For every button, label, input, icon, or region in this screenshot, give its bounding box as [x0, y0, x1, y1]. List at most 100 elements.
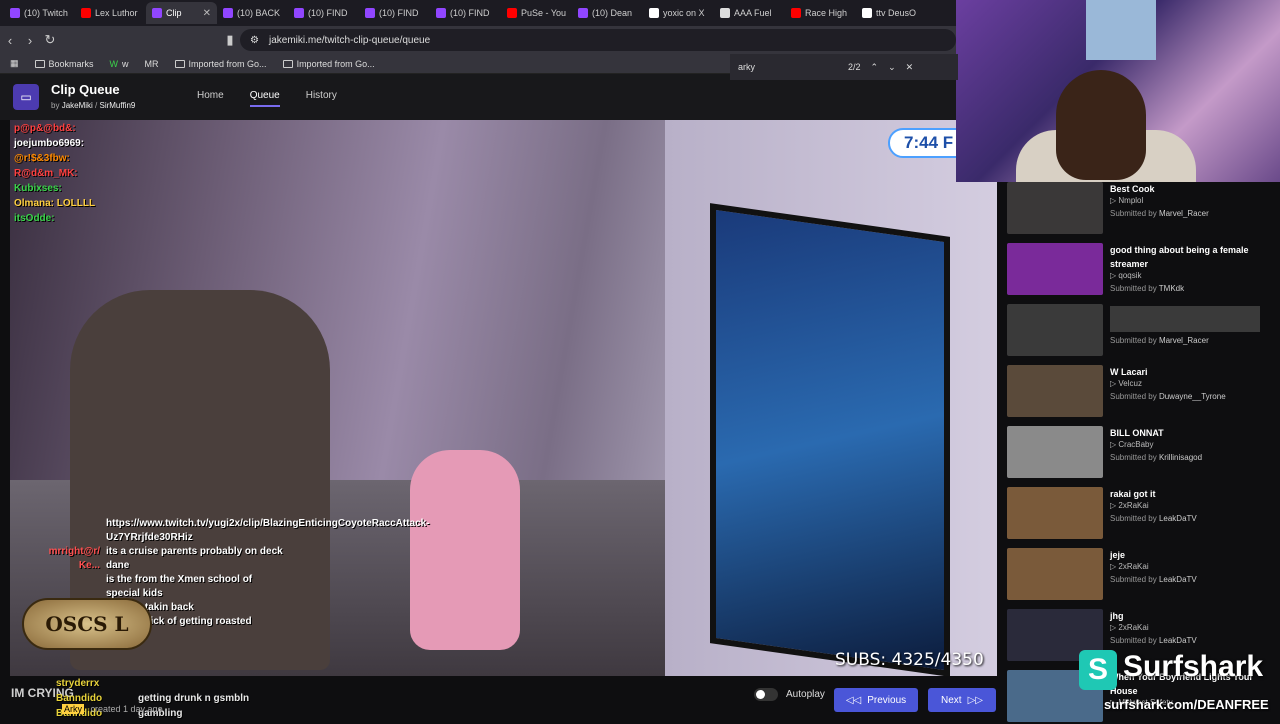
- browser-tab[interactable]: Clip ✕: [146, 2, 217, 24]
- tab-favicon-icon: [507, 8, 517, 18]
- tab-favicon-icon: [294, 8, 304, 18]
- previous-button[interactable]: ◁◁ Previous: [834, 688, 918, 712]
- nav-history[interactable]: History: [306, 90, 337, 107]
- autoplay-toggle[interactable]: [754, 688, 778, 701]
- browser-tab[interactable]: AAA Fuel: [714, 2, 785, 24]
- nav-home[interactable]: Home: [197, 90, 224, 107]
- find-count: 2/2: [848, 62, 861, 72]
- find-prev-icon[interactable]: ⌃: [871, 62, 879, 73]
- tab-favicon-icon: [436, 8, 446, 18]
- clip-submitter: Submitted by LeakDaTV: [1110, 636, 1197, 645]
- submitter-name: Marvel_Racer: [1158, 209, 1209, 218]
- tab-label: yoxic on X: [663, 8, 705, 18]
- browser-tab[interactable]: (10) Twitch: [4, 2, 75, 24]
- queue-item[interactable]: W Lacari ▷ Velcuz Submitted by Duwayne__Ty…: [1003, 363, 1273, 419]
- tab-favicon-icon: [10, 8, 20, 18]
- bookmark-item[interactable]: Bookmarks: [34, 59, 94, 69]
- clip-title: jhg: [1110, 611, 1124, 621]
- queue-item[interactable]: Submitted by Marvel_Racer: [1003, 302, 1273, 358]
- queue-item[interactable]: rakai got it ▷ 2xRaKai Submitted by LeakDa…: [1003, 485, 1273, 541]
- bookmark-item[interactable]: Imported from Go...: [282, 59, 375, 69]
- find-input[interactable]: arky: [738, 62, 838, 72]
- tab-label: Clip: [166, 8, 182, 18]
- clip-thumbnail: [1007, 243, 1103, 295]
- clip-channel: ▷ CracBaby: [1110, 440, 1154, 449]
- browser-tab[interactable]: (10) Dean: [572, 2, 643, 24]
- chat-username: stryderrx: [56, 678, 100, 689]
- submitted-label: Submitted by: [1110, 336, 1157, 345]
- submitter-name: LeakDaTV: [1158, 575, 1197, 584]
- tab-label: (10) FIND: [379, 8, 419, 18]
- webcam-frame: [1086, 0, 1156, 60]
- find-next-icon[interactable]: ⌄: [888, 62, 896, 73]
- browser-tab[interactable]: (10) BACK: [217, 2, 288, 24]
- clip-channel: ▷ qoqsik: [1110, 271, 1142, 280]
- back-icon[interactable]: ‹: [0, 33, 20, 48]
- browser-tab[interactable]: (10) FIND: [430, 2, 501, 24]
- queue-item[interactable]: good thing about being a female streamer…: [1003, 241, 1273, 297]
- channel-name: 2xRaKai: [1118, 562, 1149, 571]
- clip-title: rakai got it: [1110, 489, 1156, 499]
- author-link[interactable]: SirMuffin9: [99, 101, 135, 110]
- nav-queue[interactable]: Queue: [249, 90, 280, 107]
- chat-overlay-lower: stryderrxBanndidogetting drunk n gsmblnB…: [12, 676, 249, 721]
- queue-item[interactable]: Best Cook ▷ Nmplol Submitted by Marvel_Rac…: [1003, 180, 1273, 236]
- bookmark-item[interactable]: Ww: [110, 59, 129, 69]
- chat-message: is the from the Xmen school of special k…: [14, 573, 284, 601]
- submitted-label: Submitted by: [1110, 636, 1157, 645]
- clip-submitter: Submitted by LeakDaTV: [1110, 575, 1197, 584]
- folder-icon: [282, 59, 293, 68]
- reload-icon[interactable]: ↻: [40, 32, 60, 48]
- chat-message: R@d&m_MK:: [14, 168, 78, 179]
- submitter-name: Krillinisagod: [1158, 453, 1203, 462]
- clip-submitter: Submitted by TMKdk: [1110, 284, 1184, 293]
- clip-channel: ▷ 2xRaKai: [1110, 501, 1149, 510]
- find-close-icon[interactable]: ✕: [906, 62, 914, 73]
- chat-text: its a cruise parents probably on deck: [106, 546, 283, 557]
- submitter-name: Duwayne__Tyrone: [1158, 392, 1226, 401]
- queue-item[interactable]: BILL ONNAT ▷ CracBaby Submitted by Krillin…: [1003, 424, 1273, 480]
- submitted-label: Submitted by: [1110, 284, 1157, 293]
- app-nav: Home Queue History: [197, 90, 337, 107]
- chat-message: joejumbo6969:: [14, 138, 85, 149]
- tab-favicon-icon: [223, 8, 233, 18]
- clip-thumbnail: [1007, 426, 1103, 478]
- chat-username: [14, 517, 100, 545]
- clip-submitter: Submitted by Krillinisagod: [1110, 453, 1202, 462]
- chat-message: p@p&@bd&:: [14, 123, 76, 134]
- author-link[interactable]: JakeMiki: [62, 101, 93, 110]
- browser-tab[interactable]: Lex Luthor: [75, 2, 146, 24]
- browser-tab[interactable]: (10) FIND: [288, 2, 359, 24]
- browser-tab[interactable]: Race High: [785, 2, 856, 24]
- title-placeholder: [1110, 306, 1260, 332]
- tab-close-icon[interactable]: ✕: [203, 8, 211, 19]
- next-button[interactable]: Next ▷▷: [928, 688, 996, 712]
- chat-message: Ke... dane: [14, 559, 284, 573]
- clip-title: BILL ONNAT: [1110, 428, 1164, 438]
- chat-username: mrright@r/: [48, 546, 100, 557]
- bookmark-icon[interactable]: ▮: [220, 32, 240, 48]
- browser-tab[interactable]: ttv DeusO: [856, 2, 927, 24]
- address-bar[interactable]: ⚙ jakemiki.me/twitch-clip-queue/queue: [240, 29, 956, 51]
- channel-name: 2xRaKai: [1118, 623, 1149, 632]
- tab-favicon-icon: [649, 8, 659, 18]
- browser-tab[interactable]: PuSe - You: [501, 2, 572, 24]
- clip-thumbnail: [1007, 487, 1103, 539]
- tab-label: Race High: [805, 8, 848, 18]
- clip-thumbnail: [1007, 365, 1103, 417]
- browser-tab[interactable]: yoxic on X: [643, 2, 714, 24]
- tab-favicon-icon: [720, 8, 730, 18]
- apps-grid-icon[interactable]: ▦: [10, 58, 19, 69]
- forward-icon[interactable]: ›: [20, 33, 40, 48]
- bookmark-item[interactable]: Imported from Go...: [174, 59, 267, 69]
- queue-item[interactable]: jeje ▷ 2xRaKai Submitted by LeakDaTV: [1003, 546, 1273, 602]
- clip-title: W Lacari: [1110, 367, 1148, 377]
- chat-message: Olmana: LOLLLL: [14, 198, 96, 209]
- browser-tab[interactable]: (10) FIND: [359, 2, 430, 24]
- site-info-icon[interactable]: ⚙: [250, 35, 259, 46]
- bookmark-item[interactable]: MR: [145, 59, 159, 69]
- submitter-name: LeakDaTV: [1158, 636, 1197, 645]
- tab-label: Lex Luthor: [95, 8, 138, 18]
- clip-queue-logo-icon[interactable]: ▭: [13, 84, 39, 110]
- clip-thumbnail: [1007, 182, 1103, 234]
